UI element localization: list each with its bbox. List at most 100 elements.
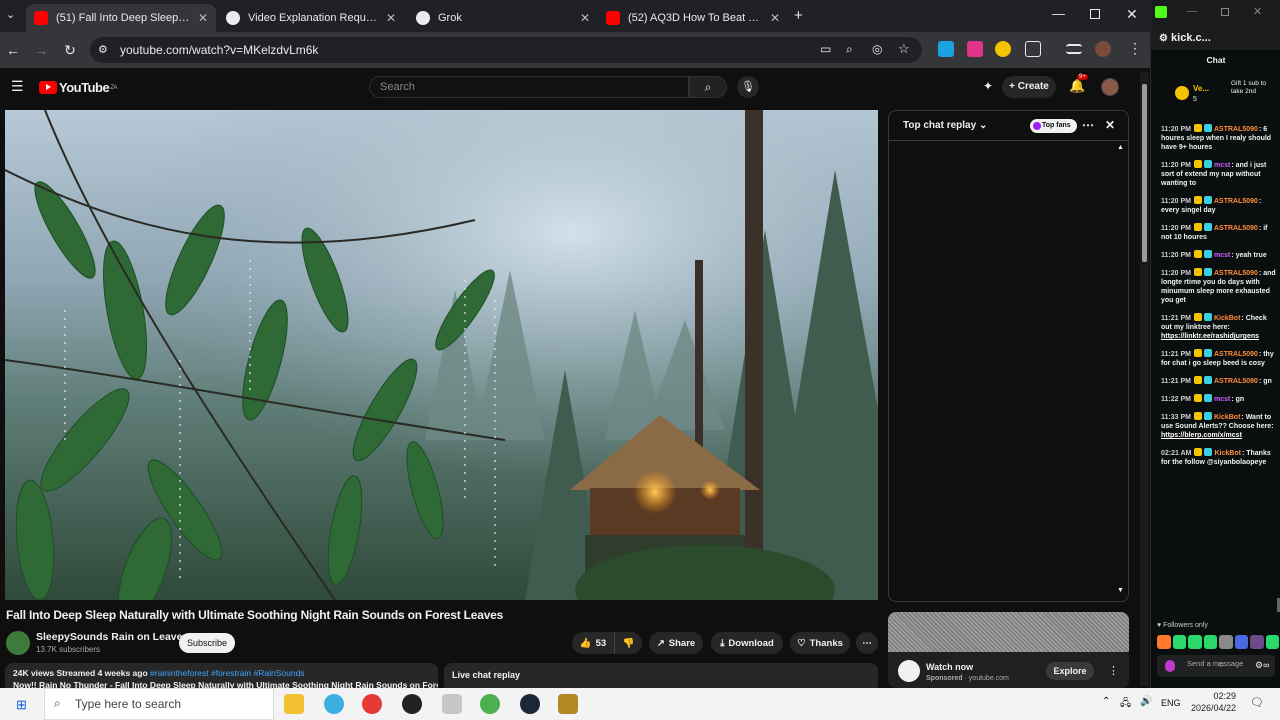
steam-icon[interactable] bbox=[520, 694, 540, 714]
message-username[interactable]: KickBot bbox=[1214, 450, 1240, 457]
more-options-icon[interactable]: ⋯ bbox=[1082, 118, 1094, 132]
file-explorer-icon[interactable] bbox=[284, 694, 304, 714]
emote-icon[interactable] bbox=[1188, 635, 1202, 649]
close-icon[interactable]: ✕ bbox=[1253, 5, 1262, 18]
media-control-icon[interactable] bbox=[1066, 44, 1082, 54]
hamburger-menu-icon[interactable]: ☰ bbox=[11, 78, 24, 95]
emote-icon[interactable] bbox=[1219, 635, 1233, 649]
message-username[interactable]: KickBot bbox=[1214, 315, 1240, 322]
network-icon[interactable]: 🖧 bbox=[1120, 696, 1131, 713]
scrollbar-thumb[interactable] bbox=[1142, 84, 1147, 262]
obs-icon[interactable] bbox=[402, 694, 422, 714]
reload-icon[interactable]: ↻ bbox=[57, 42, 83, 59]
top-fans-badge[interactable]: Top fans bbox=[1030, 119, 1077, 133]
youtube-logo[interactable]: YouTube ZA bbox=[39, 80, 117, 95]
chat-scroll-down-icon[interactable]: ▼ bbox=[1117, 587, 1124, 594]
notifications-bell-icon[interactable]: 🔔 bbox=[1069, 78, 1085, 94]
gift-sub-prompt[interactable]: Gift 1 sub to take 2nd bbox=[1231, 80, 1271, 96]
game-icon[interactable] bbox=[558, 694, 578, 714]
site-info-icon[interactable]: ⚙ bbox=[98, 43, 108, 56]
share-button[interactable]: ↗ Share bbox=[649, 632, 703, 654]
kick-url-bar[interactable]: ⚙ kick.c... bbox=[1151, 30, 1280, 50]
channel-avatar[interactable] bbox=[6, 631, 30, 655]
search-button[interactable]: ⌕ bbox=[689, 76, 727, 98]
download-button[interactable]: ⤓ Download bbox=[711, 632, 783, 654]
tracking-icon[interactable]: ◎ bbox=[872, 42, 882, 56]
input-language[interactable]: ENG bbox=[1161, 698, 1181, 708]
message-username[interactable]: mcst bbox=[1214, 396, 1230, 403]
zoom-icon[interactable]: ⌕ bbox=[846, 42, 853, 57]
chrome-icon[interactable] bbox=[362, 694, 382, 714]
extension-icon[interactable] bbox=[995, 41, 1011, 57]
message-username[interactable]: ASTRAL5090 bbox=[1214, 378, 1258, 385]
close-chat-icon[interactable]: ✕ bbox=[1105, 118, 1115, 132]
page-scrollbar[interactable] bbox=[1140, 72, 1149, 686]
message-username[interactable]: mcst bbox=[1214, 252, 1230, 259]
explore-button[interactable]: Explore bbox=[1046, 662, 1094, 680]
close-tab-icon[interactable]: ✕ bbox=[770, 11, 780, 25]
tray-chevron-icon[interactable]: ⌃ bbox=[1102, 696, 1110, 707]
ad-more-icon[interactable]: ⋮ bbox=[1108, 664, 1119, 677]
sponsored-ad[interactable]: Watch now Sponsored · youtube.com Explor… bbox=[888, 612, 1129, 688]
tab-video-explanation[interactable]: Video Explanation Request ✕ bbox=[218, 4, 404, 32]
account-avatar[interactable] bbox=[1101, 78, 1119, 96]
menu-kebab-icon[interactable]: ⋮ bbox=[1128, 40, 1142, 57]
extension-icon[interactable] bbox=[967, 41, 983, 57]
profile-avatar[interactable] bbox=[1095, 41, 1111, 57]
forward-icon[interactable]: → bbox=[28, 42, 54, 58]
message-username[interactable]: ASTRAL5090 bbox=[1214, 126, 1258, 133]
more-actions-button[interactable]: ⋯ bbox=[856, 632, 878, 654]
message-link[interactable]: https://blerp.com/x/mcst bbox=[1161, 432, 1242, 439]
taskbar-clock[interactable]: 02:29 2026/04/22 bbox=[1191, 690, 1236, 714]
dislike-button[interactable]: 👎 bbox=[614, 632, 642, 654]
extension-icon[interactable] bbox=[938, 41, 954, 57]
subscribe-button[interactable]: Subscribe bbox=[179, 633, 235, 653]
close-tab-icon[interactable]: ✕ bbox=[386, 11, 396, 25]
emote-icon[interactable] bbox=[1250, 635, 1264, 649]
message-username[interactable]: ASTRAL5090 bbox=[1214, 198, 1258, 205]
chat-scroll-up-icon[interactable]: ▲ bbox=[1117, 144, 1124, 151]
back-icon[interactable]: ← bbox=[0, 42, 26, 58]
video-player[interactable] bbox=[5, 110, 878, 600]
emote-bar[interactable] bbox=[1157, 635, 1279, 649]
chrome-icon[interactable] bbox=[480, 694, 500, 714]
message-username[interactable]: KickBot bbox=[1214, 414, 1240, 421]
message-link[interactable]: https://linktr.ee/rashidjurgens bbox=[1161, 333, 1259, 340]
emote-icon[interactable] bbox=[1172, 635, 1186, 649]
cast-icon[interactable]: ▭ bbox=[820, 42, 831, 56]
close-window-icon[interactable]: ✕ bbox=[1126, 6, 1138, 23]
volume-icon[interactable]: 🔊 bbox=[1140, 696, 1152, 707]
emote-icon[interactable] bbox=[1265, 635, 1279, 649]
desc-hashtags[interactable]: #rainintheforest #forestrain #RainSounds bbox=[150, 668, 305, 678]
windows-start-icon[interactable]: ⊞ bbox=[16, 697, 27, 713]
app-icon[interactable] bbox=[442, 694, 462, 714]
app-icon[interactable] bbox=[324, 694, 344, 714]
tab-grok[interactable]: Grok ✕ bbox=[408, 4, 598, 32]
like-button[interactable]: 👍 53 bbox=[572, 632, 614, 654]
chat-mode-dropdown[interactable]: Top chat replay ⌄ bbox=[903, 120, 987, 131]
tab-youtube-sleep[interactable]: (51) Fall Into Deep Sleep Na ✕ bbox=[26, 4, 216, 32]
message-username[interactable]: ASTRAL5090 bbox=[1214, 270, 1258, 277]
close-tab-icon[interactable]: ✕ bbox=[580, 11, 590, 25]
voice-search-button[interactable]: 🎙 bbox=[737, 76, 759, 98]
bookmark-star-icon[interactable]: ☆ bbox=[898, 41, 910, 57]
thanks-button[interactable]: ♡ Thanks bbox=[790, 632, 850, 654]
emote-icon[interactable] bbox=[1234, 635, 1248, 649]
new-tab-icon[interactable]: + bbox=[794, 7, 803, 24]
notifications-icon[interactable]: 🗨 bbox=[1250, 696, 1264, 709]
channel-name[interactable]: SleepySounds Rain on Leaves bbox=[36, 631, 188, 643]
message-username[interactable]: mcst bbox=[1214, 162, 1230, 169]
create-button[interactable]: + Create bbox=[1002, 76, 1056, 98]
maximize-icon[interactable] bbox=[1090, 9, 1100, 19]
maximize-icon[interactable] bbox=[1221, 8, 1229, 16]
settings-icon[interactable]: ⚙∞ bbox=[1255, 660, 1269, 671]
emote-icon[interactable] bbox=[1203, 635, 1217, 649]
emote-icon[interactable] bbox=[1157, 635, 1171, 649]
extensions-puzzle-icon[interactable] bbox=[1025, 41, 1041, 57]
tab-list-button[interactable]: ⌄ bbox=[6, 8, 15, 21]
premium-icon[interactable]: ✦ bbox=[983, 79, 993, 93]
search-input[interactable]: Search bbox=[369, 76, 689, 98]
minimize-icon[interactable]: — bbox=[1187, 6, 1197, 17]
address-bar[interactable]: ⚙ youtube.com/watch?v=MKelzdvLm6k ▭ ⌕ ◎ … bbox=[90, 37, 922, 63]
message-username[interactable]: ASTRAL5090 bbox=[1214, 351, 1258, 358]
